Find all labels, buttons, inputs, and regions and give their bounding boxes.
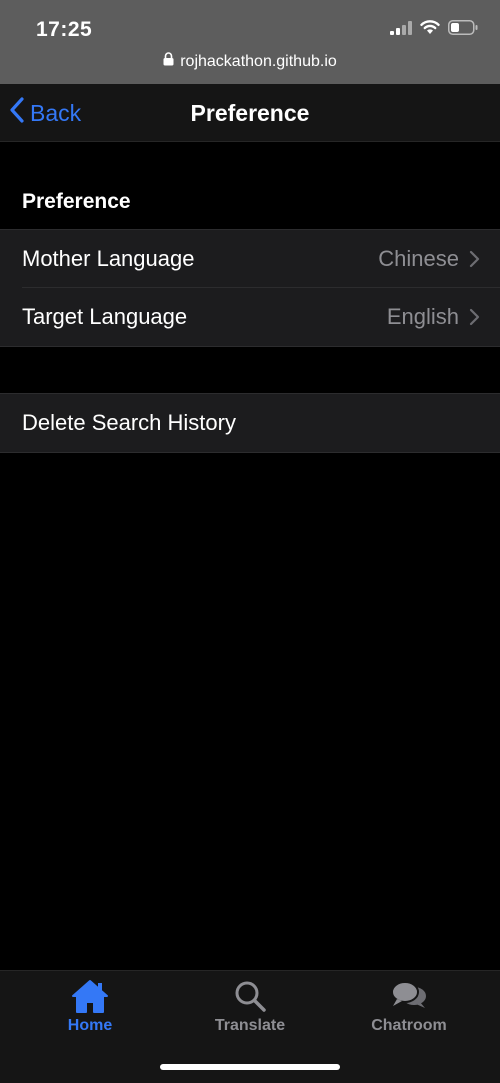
lock-icon [163, 52, 174, 71]
row-value: Chinese [378, 246, 459, 271]
wifi-icon [420, 20, 440, 40]
battery-icon [448, 20, 478, 40]
navigation-bar: Back Preference [0, 84, 500, 142]
search-icon [233, 977, 267, 1015]
status-icons [390, 20, 478, 40]
row-label: Target Language [22, 304, 188, 329]
chat-bubbles-icon [390, 977, 428, 1015]
tab-home[interactable]: Home [10, 977, 170, 1035]
url-bar[interactable]: rojhackathon.github.io [0, 52, 500, 71]
preference-group: Mother Language Chinese Target Language … [0, 229, 500, 347]
row-value: English [386, 304, 459, 329]
home-indicator [160, 1064, 340, 1070]
home-icon [70, 977, 110, 1015]
section-header-preference: Preference [22, 190, 131, 213]
tab-label: Home [67, 1017, 113, 1034]
back-button[interactable]: Back [8, 84, 81, 142]
row-label: Delete Search History [22, 410, 236, 435]
tab-chatroom[interactable]: Chatroom [329, 977, 489, 1035]
browser-chrome: 17:25 rojhackathon.github.io [0, 0, 500, 84]
tab-label: Chatroom [371, 1017, 447, 1034]
chevron-left-icon [8, 96, 26, 130]
target-language-row[interactable]: Target Language English [0, 287, 500, 346]
delete-search-history-button[interactable]: Delete Search History [0, 394, 500, 452]
cellular-signal-icon [390, 20, 412, 40]
tab-label: Translate [214, 1017, 286, 1034]
chevron-right-icon [469, 308, 480, 326]
url-text: rojhackathon.github.io [180, 52, 337, 70]
actions-group: Delete Search History [0, 393, 500, 453]
back-button-label: Back [30, 99, 82, 126]
row-label: Mother Language [22, 246, 195, 271]
status-time: 17:25 [36, 18, 93, 41]
app-screen: 17:25 rojhackathon.github.io Back Prefer… [0, 0, 500, 1083]
chevron-right-icon [469, 250, 480, 268]
mother-language-row[interactable]: Mother Language Chinese [0, 230, 500, 288]
tab-translate[interactable]: Translate [170, 977, 330, 1035]
